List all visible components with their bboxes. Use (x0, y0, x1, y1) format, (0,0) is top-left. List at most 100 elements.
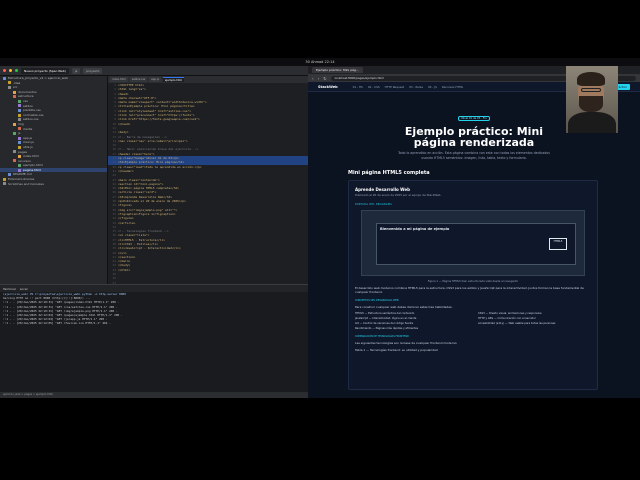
terminal-tabs: Terminal Local (0, 285, 308, 292)
nav-link[interactable]: HTTP Request (385, 85, 404, 89)
editor-tab[interactable]: app.js (149, 77, 161, 82)
nav-link[interactable]: 02 - CSS (368, 85, 380, 89)
concepts-label: CONCEPTOS DEL DESARROLLO WEB (355, 299, 399, 302)
file-icon (18, 113, 21, 117)
hero-badge: Nivel 01 de 03 · Fin (457, 116, 491, 121)
file-icon (18, 145, 21, 149)
code-text: </header> (118, 168, 134, 173)
article-card: Aprende Desarrollo Web Publicado el 20 d… (348, 180, 598, 390)
editor-tabs: index.html estilos.css app.js ejemplo.ht… (108, 76, 308, 83)
code-text: <nav class="nav" aria-label="principal"> (118, 138, 188, 143)
concepts-list: HTML5 — Estructura semántica del conteni… (355, 312, 591, 330)
code-text: <li>JavaScript - Interactividad</li> (118, 246, 181, 251)
ide-window: Nuevo proyecto (Spec-Web) js proyecto Es… (0, 66, 308, 398)
list-item: Accesibilidad (a11y) — Web usable para t… (478, 322, 556, 325)
glasses-icon (581, 88, 601, 92)
folder-icon (13, 159, 16, 163)
folder-icon (18, 127, 21, 131)
preview-window: Bienvenido a mi página de ejemplo HTML5 (376, 223, 576, 265)
folder-icon (13, 150, 16, 154)
project-tree-label: src (13, 85, 18, 90)
ide-titlebar: Nuevo proyecto (Spec-Web) js proyecto (0, 66, 308, 76)
minimize-window-icon[interactable] (9, 69, 12, 72)
folder-icon (13, 95, 16, 99)
preview-label: PORTADA DEL PROGRAMA (355, 203, 393, 206)
list-item: CSS3 — Diseño visual, animaciones y resp… (478, 312, 542, 315)
system-menubar: 30 Ahmad 22:14 (0, 58, 640, 66)
comparison-label: COMPARACIÓN DE TECNOLOGÍAS FRONTEND (355, 335, 409, 338)
project-tree-label: js (18, 131, 21, 136)
table-caption: Tabla 1 — Tecnologías frontend: su utili… (355, 348, 438, 352)
file-icon (8, 173, 11, 177)
ide-window-tab[interactable]: Nuevo proyecto (Spec-Web) (21, 67, 69, 74)
folder-icon (13, 90, 16, 94)
card-subtitle: Publicado el 20 de enero de 2025 por el … (355, 193, 442, 197)
terminal-tab[interactable]: Terminal (3, 287, 16, 291)
file-icon (18, 168, 21, 172)
forward-arrow-icon[interactable]: › (318, 76, 320, 81)
code-lines[interactable]: 1 <!DOCTYPE html> 2 <html lang="es"> 3 <head>… (108, 83, 308, 284)
file-icon (8, 81, 11, 85)
folder-icon (13, 131, 16, 135)
file-icon (18, 136, 21, 140)
concepts-intro: Para construir cualquier web debes domin… (355, 305, 453, 309)
card-title: Aprende Desarrollo Web (355, 187, 410, 192)
project-tree-item[interactable]: Scratches and Consoles (0, 182, 107, 187)
hero-lead: Todo lo aprendido en acción. Esta página… (398, 151, 550, 160)
terminal-line: ::1 - - [20/Jan/2025 22:12:05] "GET /fav… (3, 321, 111, 326)
site-brand[interactable]: StackWeb (318, 85, 338, 89)
ide-statusbar: ejercicio_web > pages > ejemplo.html (0, 392, 308, 398)
folder-icon (8, 85, 11, 89)
folder-icon (13, 122, 16, 126)
list-item: HTTP y APIs — Comunicación con el servid… (478, 317, 536, 320)
project-tree: Estructura_proyecto_v2 > ejercicio_web .i… (0, 76, 108, 284)
presenter-body (568, 112, 616, 133)
preview-image: Bienvenido a mi página de ejemplo HTML5 (361, 210, 585, 276)
ide-window-tab[interactable]: proyecto (83, 67, 103, 74)
code-text: <link href="https://fonts.googleapis.com… (118, 117, 200, 122)
editor-tab-active[interactable]: ejemplo.html (162, 77, 185, 82)
file-icon (18, 154, 21, 158)
back-arrow-icon[interactable]: ‹ (312, 76, 314, 81)
folder-icon (3, 182, 6, 186)
reload-icon[interactable]: ↻ (323, 76, 326, 81)
code-editor[interactable]: index.html estilos.css app.js ejemplo.ht… (108, 76, 308, 284)
project-tree-label: estilos.css (23, 117, 39, 122)
editor-tab[interactable]: index.html (110, 77, 128, 82)
desktop: Nuevo proyecto (Spec-Web) js proyecto Es… (0, 66, 640, 398)
file-icon (18, 141, 21, 145)
webcam-overlay (566, 66, 618, 133)
nav-link[interactable]: 04 - JS (428, 85, 437, 89)
folder-icon (18, 104, 21, 108)
list-item: Git — Control de versiones del código fu… (355, 322, 414, 325)
folder-icon (18, 99, 21, 103)
nav-link[interactable]: Recursos HTML (442, 85, 463, 89)
file-icon (18, 118, 21, 122)
figure-caption: Figura 1 — Página HTML5 bien estructurad… (427, 280, 519, 283)
editor-tab[interactable]: estilos.css (129, 77, 148, 82)
nav-link[interactable]: 03 - Roles (409, 85, 423, 89)
list-item: JavaScript — Interactividad, lógica en e… (355, 317, 417, 320)
folder-icon (3, 76, 6, 80)
browser-tab[interactable]: Ejemplo práctico: Mini pág... (312, 67, 363, 73)
ide-window-tab[interactable]: js (71, 67, 81, 74)
page-title-line2: página renderizada (413, 136, 535, 149)
code-text: </article> (118, 220, 136, 225)
section-title: Mini página HTML5 completa (348, 170, 430, 176)
nav-link[interactable]: 01 - HS (353, 85, 363, 89)
project-tree-label: Scratches and Consoles (8, 181, 44, 186)
list-item: HTML5 — Estructura semántica del conteni… (355, 312, 415, 315)
terminal-output[interactable]: (ejercicio_web) PS C:\proyectos\ejercici… (0, 292, 308, 326)
card-paragraph: El desarrollo web moderno combina HTML5 … (355, 286, 584, 294)
file-icon (18, 164, 21, 168)
list-item: Rendimiento — Páginas más rápidas y efic… (355, 327, 419, 330)
maximize-window-icon[interactable] (15, 69, 18, 72)
terminal-panel[interactable]: Terminal Local (ejercicio_web) PS C:\pro… (0, 284, 308, 398)
comparison-intro: Las siguientes tecnologías son la base d… (355, 341, 458, 345)
terminal-tab[interactable]: Local (20, 287, 28, 291)
close-window-icon[interactable] (3, 69, 6, 72)
system-clock: 30 Ahmad 22:14 (305, 60, 335, 64)
code-text: </html> (118, 267, 131, 272)
preview-badge: HTML5 (549, 238, 567, 250)
file-icon (18, 108, 21, 112)
